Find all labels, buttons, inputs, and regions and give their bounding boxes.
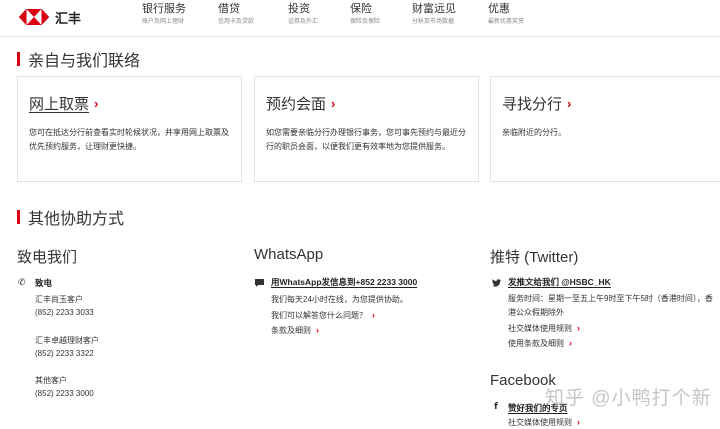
nav-title: 优惠 <box>488 3 510 15</box>
nav-title: 保险 <box>350 3 372 15</box>
chevron-right-icon: › <box>567 96 572 111</box>
nav-wealth-insights[interactable]: 财富远见 分析及市场数据 <box>412 2 456 26</box>
twitter-service-hours: 服务时间：星期一至五上午9时至下午5时（香港时间），香港公众假期除外 <box>508 294 713 317</box>
link-text: 我们可以解答您什么问题？ <box>271 311 367 320</box>
phone-column-title: 致电我们 <box>17 249 78 266</box>
customer-group-name: 汇丰尚玉客户 <box>35 295 83 304</box>
nav-subtitle: 保险及保险 <box>350 19 381 25</box>
nav-subtitle: 证券及外汇 <box>288 19 319 25</box>
chevron-right-icon: › <box>577 417 580 427</box>
nav-title: 财富远见 <box>412 3 456 15</box>
hsbc-logo[interactable]: 汇丰 <box>19 5 81 29</box>
section-title: 亲自与我们联络 <box>28 53 141 70</box>
nav-investing[interactable]: 投资 证券及外汇 <box>288 2 318 26</box>
nav-subtitle: 信用卡及贷款 <box>218 19 255 25</box>
chevron-right-icon: › <box>316 325 319 335</box>
twitter-link[interactable]: 发推文给我们 @HSBC_HK <box>508 276 611 288</box>
nav-banking[interactable]: 银行服务 账户及网上理财 <box>142 2 186 26</box>
link-text: 使用条款及细则 <box>508 339 564 348</box>
card-title: 网上取票 <box>29 96 90 113</box>
twitter-terms-link[interactable]: 使用条款及细则 › <box>508 338 572 349</box>
facebook-icon: f <box>494 402 498 412</box>
phone-label: 致电 <box>35 278 53 288</box>
hsbc-hexagon-icon <box>19 9 49 25</box>
card-title: 寻找分行 <box>502 96 563 113</box>
twitter-column-title: 推特 (Twitter) <box>490 249 579 266</box>
card-title-link[interactable]: 寻找分行 › <box>502 93 571 114</box>
nav-title: 银行服务 <box>142 3 186 15</box>
phone-number[interactable]: (852) 2233 3000 <box>35 389 94 398</box>
customer-group-name: 汇丰卓越理财客户 <box>35 336 99 345</box>
link-text: 社交媒体使用规则 <box>508 418 572 427</box>
whatsapp-faq-link[interactable]: 我们可以解答您什么问题？ › <box>271 310 375 321</box>
card-title-link[interactable]: 预约会面 › <box>266 93 335 114</box>
whatsapp-link[interactable]: 用WhatsApp发信息到+852 2233 3000 <box>271 276 417 288</box>
nav-subtitle: 账户及网上理财 <box>142 19 185 25</box>
chevron-right-icon: › <box>94 96 99 111</box>
phone-number[interactable]: (852) 2233 3322 <box>35 349 94 358</box>
card-title: 预约会面 <box>266 96 327 113</box>
section-heading-other: 其他协助方式 <box>17 205 124 229</box>
phone-icon: ✆ <box>18 277 26 287</box>
facebook-social-rules-link[interactable]: 社交媒体使用规则 › <box>508 417 580 428</box>
chat-icon <box>255 279 264 287</box>
card-description: 您可在抵达分行前查看实时轮候状况，并享用网上取票及优先预约服务，让理财更快捷。 <box>29 128 229 151</box>
accent-bar <box>17 210 20 224</box>
customer-group-name: 其他客户 <box>35 376 67 385</box>
watermark-text: 知乎 @小鸭打个新 <box>545 388 712 409</box>
chevron-right-icon: › <box>577 323 580 333</box>
card-online-ticket[interactable]: 网上取票 › 您可在抵达分行前查看实时轮候状况，并享用网上取票及优先预约服务，让… <box>17 76 242 182</box>
whatsapp-description: 我们每天24小时在线，为您提供协助。 <box>271 295 408 304</box>
card-description: 亲临附近的分行。 <box>502 128 566 137</box>
nav-subtitle: 分析及市场数据 <box>412 19 455 25</box>
top-navigation-bar: 汇丰 银行服务 账户及网上理财 借贷 信用卡及贷款 投资 证券及外汇 保险 保险… <box>0 0 720 37</box>
section-title: 其他协助方式 <box>28 211 125 228</box>
accent-bar <box>17 52 20 66</box>
whatsapp-terms-link[interactable]: 条款及细则 › <box>271 325 319 336</box>
link-text: 条款及细则 <box>271 326 311 335</box>
nav-offers[interactable]: 优惠 最新优惠奖赏 <box>488 2 524 26</box>
nav-lending[interactable]: 借贷 信用卡及贷款 <box>218 2 254 26</box>
nav-insurance[interactable]: 保险 保险及保险 <box>350 2 380 26</box>
brand-name: 汇丰 <box>55 10 82 26</box>
chevron-right-icon: › <box>331 96 336 111</box>
section-heading-contact: 亲自与我们联络 <box>17 47 140 71</box>
card-appointment[interactable]: 预约会面 › 如您需要亲临分行办理银行事务，您可事先预约与最近分行的职员会面，以… <box>254 76 479 182</box>
nav-title: 借贷 <box>218 3 240 15</box>
card-title-link[interactable]: 网上取票 › <box>29 93 98 114</box>
twitter-social-rules-link[interactable]: 社交媒体使用规则 › <box>508 323 580 334</box>
whatsapp-column-title: WhatsApp <box>254 246 324 263</box>
chevron-right-icon: › <box>372 310 375 320</box>
link-text: 社交媒体使用规则 <box>508 324 572 333</box>
card-description: 如您需要亲临分行办理银行事务，您可事先预约与最近分行的职员会面，以便我们更有效率… <box>266 128 466 151</box>
chevron-right-icon: › <box>569 338 572 348</box>
twitter-icon <box>492 279 501 287</box>
card-find-branch[interactable]: 寻找分行 › 亲临附近的分行。 <box>490 76 720 182</box>
phone-number[interactable]: (852) 2233 3033 <box>35 308 94 317</box>
nav-title: 投资 <box>288 3 310 15</box>
nav-subtitle: 最新优惠奖赏 <box>488 19 525 25</box>
